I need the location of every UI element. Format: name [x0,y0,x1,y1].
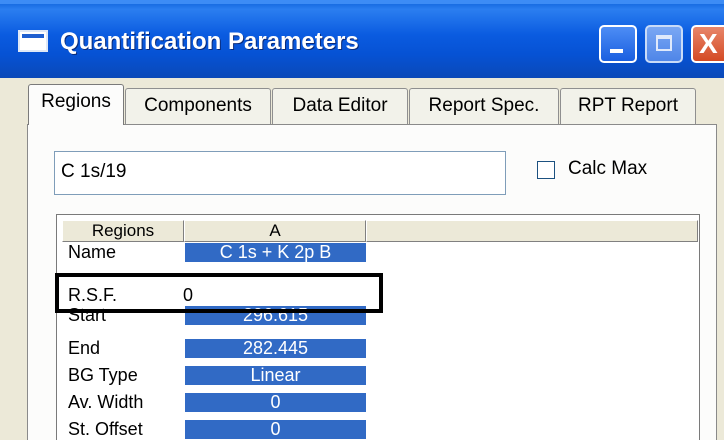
row-label-av-width: Av. Width [68,392,144,412]
tab-regions[interactable]: Regions [28,84,124,125]
row-label-end: End [68,338,101,358]
quantification-window: Quantification Parameters X Regions Comp… [0,0,724,440]
cell-name-value[interactable]: C 1s + K 2p B [185,243,366,262]
row-label-bg-type: BG Type [68,365,138,385]
rsf-highlight-box [55,273,383,313]
row-label-st-offset: St. Offset [68,419,143,439]
cell-end-value[interactable]: 282.445 [185,339,366,358]
calc-max-checkbox[interactable] [537,161,555,179]
cell-bg-type-value[interactable]: Linear [185,366,366,385]
cell-av-width-value[interactable]: 0 [185,393,366,412]
window-title: Quantification Parameters [60,28,359,55]
maximize-icon[interactable] [645,25,683,63]
close-glyph: X [699,28,718,59]
minimize-icon[interactable] [599,25,637,63]
window-icon [18,30,48,52]
column-header-regions[interactable]: Regions [62,220,184,242]
regions-grid[interactable] [56,214,700,440]
row-label-name: Name [68,242,117,262]
column-header-a[interactable]: A [184,220,366,242]
tab-data-editor[interactable]: Data Editor [272,88,408,124]
calc-max-label[interactable]: Calc Max [568,158,647,180]
region-name-field[interactable]: C 1s/19 [54,151,506,195]
tab-rpt-report[interactable]: RPT Report [560,88,696,124]
tab-components[interactable]: Components [125,88,271,124]
column-header-empty [366,220,698,242]
title-bar[interactable]: Quantification Parameters X [0,0,724,78]
cell-st-offset-value[interactable]: 0 [185,420,366,439]
close-icon[interactable]: X [691,25,724,63]
tab-report-spec[interactable]: Report Spec. [409,88,559,124]
